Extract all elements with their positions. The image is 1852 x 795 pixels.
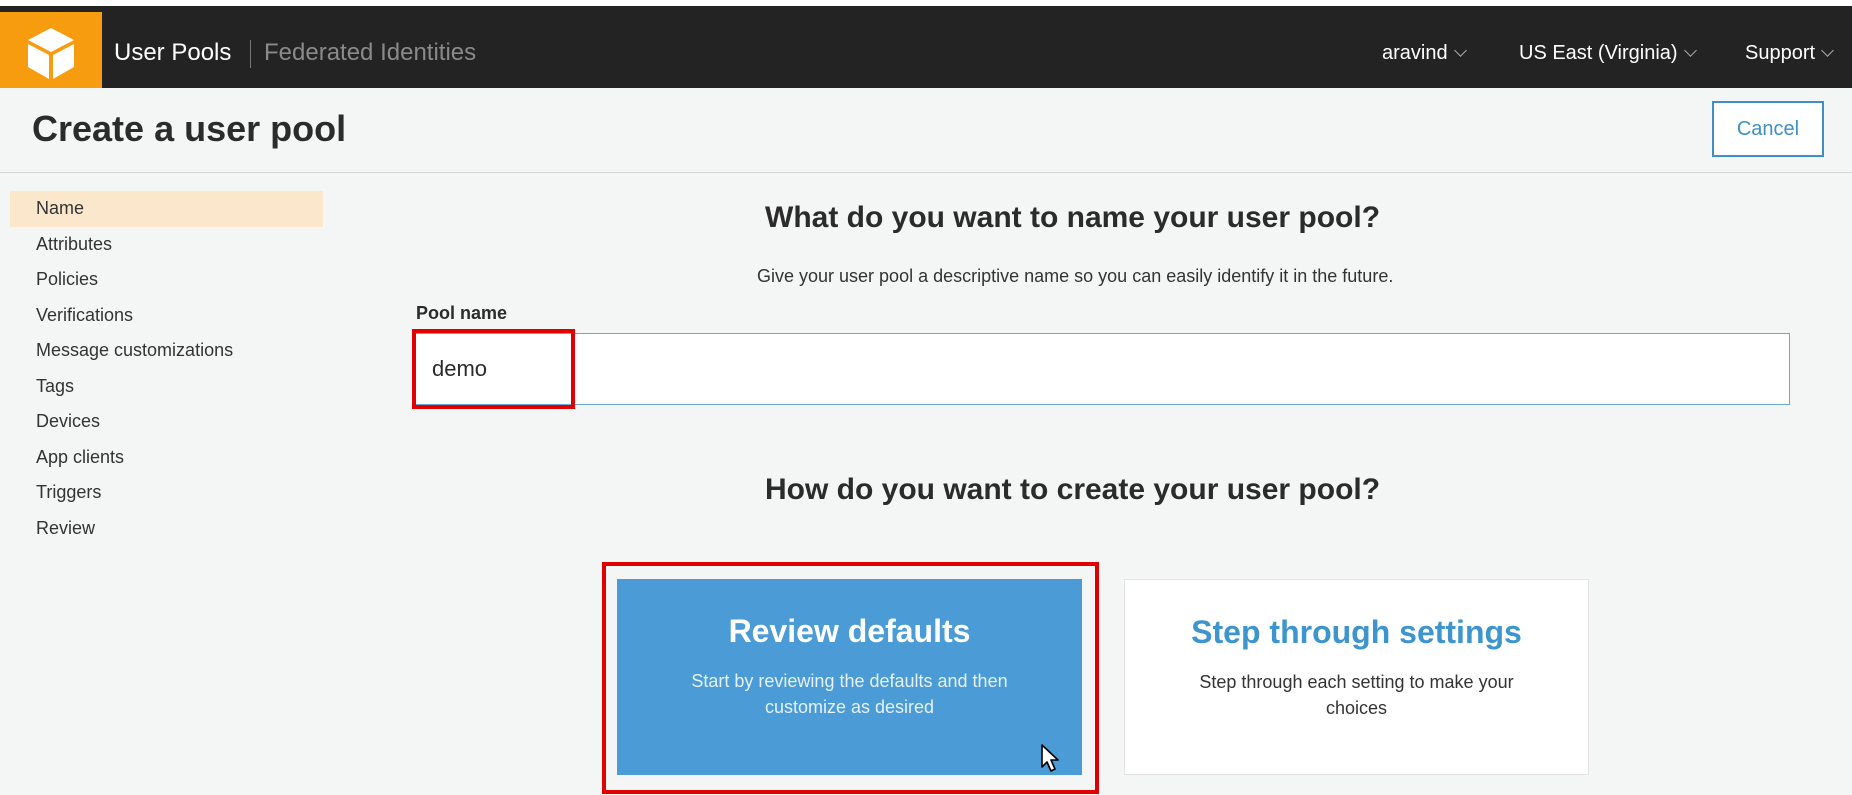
chevron-down-icon [1683,43,1697,57]
top-navigation-bar: User Pools Federated Identities aravind … [0,0,1852,94]
sidebar-item-attributes[interactable]: Attributes [10,227,323,263]
review-defaults-title: Review defaults [728,613,971,649]
step-through-settings-description: Step through each setting to make your c… [1199,672,1514,718]
name-heading: What do you want to name your user pool? [765,201,1381,234]
step-through-settings-title: Step through settings [1191,614,1522,650]
region-menu-label: US East (Virginia) [1519,42,1678,64]
review-defaults-description: Start by reviewing the defaults and then… [691,671,1008,717]
chevron-down-icon [1821,43,1834,57]
wizard-steps-sidebar: Name Attributes Policies Verifications M… [10,191,323,546]
cube-icon [28,28,74,79]
support-menu-label: Support [1745,42,1816,64]
sidebar-item-devices[interactable]: Devices [10,404,323,440]
review-defaults-button[interactable]: Review defaults Start by reviewing the d… [617,579,1082,775]
sidebar-item-triggers[interactable]: Triggers [10,475,323,511]
cancel-button[interactable]: Cancel [1712,101,1824,157]
sidebar-item-policies[interactable]: Policies [10,262,323,298]
mouse-cursor-icon [1041,744,1059,772]
pool-name-label: Pool name [416,303,508,323]
sidebar-item-name[interactable]: Name [10,191,323,227]
step-through-settings-button[interactable]: Step through settings Step through each … [1124,579,1589,775]
aws-logo[interactable] [0,12,102,94]
sidebar-item-verifications[interactable]: Verifications [10,298,323,334]
page-header: Create a user pool Cancel [0,88,1852,173]
user-menu[interactable]: aravind [1382,12,1467,94]
main-content: Name Attributes Policies Verifications M… [0,173,1852,795]
sidebar-item-message-customizations[interactable]: Message customizations [10,333,323,369]
nav-user-pools[interactable]: User Pools [114,12,231,94]
sidebar-item-review[interactable]: Review [10,511,323,547]
page-title: Create a user pool [32,108,347,149]
user-menu-label: aravind [1382,42,1448,64]
chevron-down-icon [1453,43,1467,57]
sidebar-item-app-clients[interactable]: App clients [10,440,323,476]
create-heading: How do you want to create your user pool… [765,473,1381,506]
support-menu[interactable]: Support [1745,12,1834,94]
sidebar-item-tags[interactable]: Tags [10,369,323,405]
nav-divider [250,40,251,68]
region-menu[interactable]: US East (Virginia) [1519,12,1697,94]
name-description: Give your user pool a descriptive name s… [757,266,1394,286]
nav-federated-identities[interactable]: Federated Identities [264,12,476,94]
pool-name-input[interactable] [415,333,1790,405]
